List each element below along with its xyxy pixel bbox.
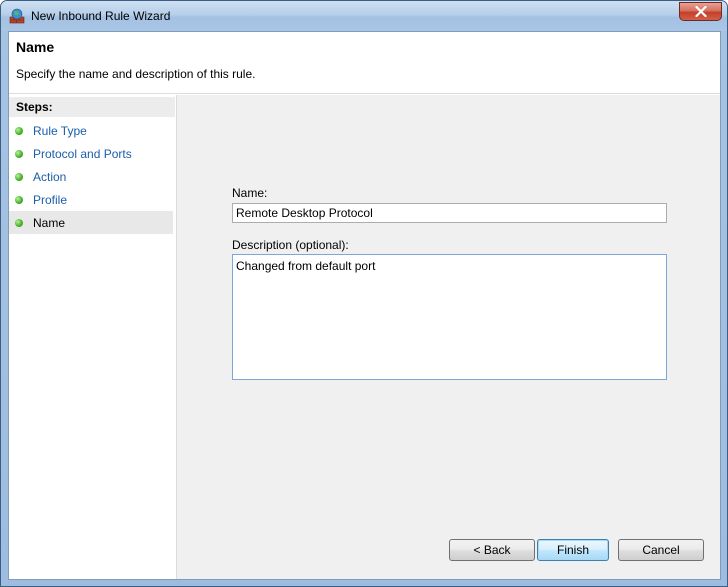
page-header: Name Specify the name and description of… [9, 32, 720, 94]
wizard-client-area: Name Specify the name and description of… [8, 31, 721, 580]
step-complete-icon [15, 172, 23, 181]
name-input[interactable] [232, 203, 667, 223]
description-input[interactable]: Changed from default port [232, 254, 667, 380]
window-title: New Inbound Rule Wizard [31, 9, 171, 23]
back-button[interactable]: < Back [449, 539, 535, 561]
step-profile[interactable]: Profile [9, 188, 173, 211]
description-label: Description (optional): [232, 238, 349, 252]
step-action[interactable]: Action [9, 165, 173, 188]
step-current-icon [15, 218, 23, 227]
step-complete-icon [15, 126, 23, 135]
steps-pane: Steps: Rule Type Protocol and Ports Acti… [9, 95, 176, 579]
step-complete-icon [15, 195, 23, 204]
step-label: Rule Type [33, 123, 87, 138]
step-label: Profile [33, 192, 68, 207]
step-protocol-and-ports[interactable]: Protocol and Ports [9, 142, 173, 165]
close-button[interactable] [679, 2, 722, 21]
step-complete-icon [15, 149, 23, 158]
step-rule-type[interactable]: Rule Type [9, 119, 173, 142]
cancel-button[interactable]: Cancel [618, 539, 704, 561]
step-label: Name [33, 215, 66, 230]
wizard-window: New Inbound Rule Wizard Name Specify the… [0, 0, 728, 587]
steps-heading: Steps: [9, 97, 175, 117]
step-label: Protocol and Ports [33, 146, 132, 161]
form-pane: Name: Description (optional): Changed fr… [176, 95, 720, 579]
step-name[interactable]: Name [9, 211, 173, 234]
title-bar[interactable]: New Inbound Rule Wizard [1, 1, 727, 31]
page-title: Name [16, 39, 55, 55]
page-subtitle: Specify the name and description of this… [16, 67, 256, 81]
step-label: Action [33, 169, 67, 184]
close-icon [694, 6, 707, 17]
firewall-globe-icon [9, 8, 25, 24]
name-label: Name: [232, 186, 268, 200]
finish-button[interactable]: Finish [537, 539, 609, 561]
